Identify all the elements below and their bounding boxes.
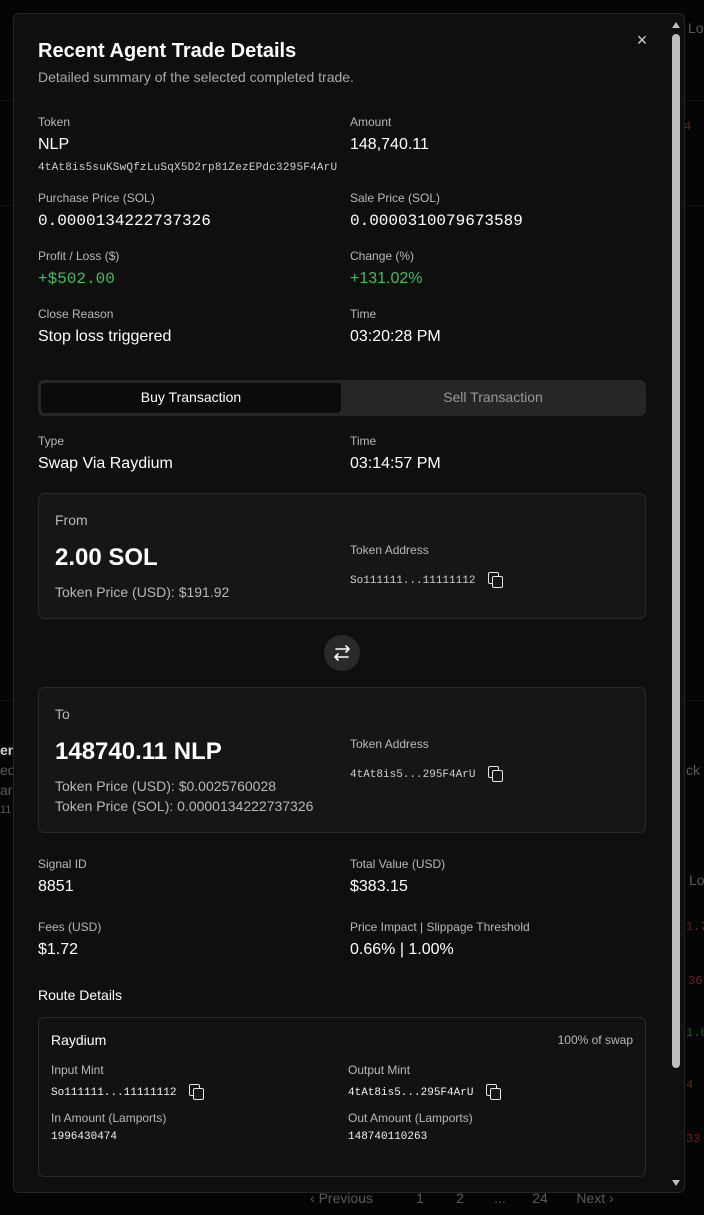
out-amount-value: 148740110263 [348,1131,428,1143]
profit-loss-field: Profit / Loss ($) +$502.00 [38,249,350,288]
scroll-thumb[interactable] [672,34,680,1068]
total-value-field: Total Value (USD) $383.15 [350,857,646,896]
bg-value: 33 [686,1132,701,1146]
transaction-type-value: Swap Via Raydium [38,455,173,472]
from-token-price: Token Price (USD): $191.92 [55,584,230,600]
close-reason-value: Stop loss triggered [38,328,172,345]
output-mint-value: 4tAt8is5...295F4ArU [348,1087,474,1099]
swap-arrows-icon[interactable] [324,635,360,671]
amount-value: 148,740.11 [350,136,429,153]
bg-value: 1.72 [686,920,704,934]
amount-field: Amount 148,740.11 [350,115,646,174]
bg-column-header: Loss [688,20,704,36]
change-value: +131.02% [350,270,423,287]
to-amount: 148740.11 NLP [55,738,222,765]
bg-value: 36 [688,974,703,988]
sale-price-value: 0.0000310079673589 [350,212,523,230]
from-address-label: Token Address [350,543,429,557]
token-field: Token NLP 4tAt8is5suKSwQfzLuSqX5D2rp81Ze… [38,115,350,174]
from-label: From [55,512,88,528]
in-amount-value: 1996430474 [51,1131,118,1143]
bg-value: 4 [686,1078,694,1092]
route-card: Raydium 100% of swap Input Mint So111111… [38,1017,646,1177]
transaction-tabs: Buy Transaction Sell Transaction [38,380,646,416]
output-mint-row: 4tAt8is5...295F4ArU [348,1082,501,1100]
to-token-address: 4tAt8is5...295F4ArU [350,769,476,781]
close-reason-field: Close Reason Stop loss triggered [38,307,350,346]
modal-title: Recent Agent Trade Details [38,40,297,62]
total-value-value: $383.15 [350,878,408,895]
sale-price-field: Sale Price (SOL) 0.0000310079673589 [350,191,646,230]
bg-column-header: Lo [689,872,704,888]
bg-fragment: 11 [0,804,12,816]
to-token-price-sol: Token Price (SOL): 0.0000134222737326 [55,798,314,814]
transaction-time-value: 03:14:57 PM [350,455,441,472]
route-share: 100% of swap [557,1033,633,1047]
purchase-price-field: Purchase Price (SOL) 0.0000134222737326 [38,191,350,230]
close-time-field: Time 03:20:28 PM [350,307,646,346]
to-address-row: 4tAt8is5...295F4ArU [350,764,503,782]
signal-id-value: 8851 [38,878,74,895]
in-amount-label: In Amount (Lamports) [51,1111,167,1125]
bg-value: 1.08 [686,1026,704,1040]
tab-buy-transaction[interactable]: Buy Transaction [41,383,341,413]
tab-sell-transaction[interactable]: Sell Transaction [343,383,643,413]
profit-loss-value: +$502.00 [38,270,115,288]
copy-icon[interactable] [485,1083,501,1100]
price-impact-value: 0.66% | 1.00% [350,941,454,958]
bg-fragment: ck [686,762,700,778]
price-impact-field: Price Impact | Slippage Threshold 0.66% … [350,920,646,959]
to-token-price-usd: Token Price (USD): $0.0025760028 [55,778,277,794]
out-amount-label: Out Amount (Lamports) [348,1111,473,1125]
modal-scrollbar[interactable] [670,16,682,1192]
scroll-up-arrow-icon[interactable] [672,22,680,28]
transaction-time-field: Time 03:14:57 PM [350,434,646,473]
fees-field: Fees (USD) $1.72 [38,920,350,959]
signal-id-field: Signal ID 8851 [38,857,350,896]
to-card: To 148740.11 NLP Token Price (USD): $0.0… [38,687,646,833]
bg-fragment: ar [0,782,13,798]
to-address-label: Token Address [350,737,429,751]
close-time-value: 03:20:28 PM [350,328,441,345]
transaction-type-field: Type Swap Via Raydium [38,434,350,473]
input-mint-value: So111111...11111112 [51,1087,177,1099]
copy-icon[interactable] [487,765,503,782]
to-label: To [55,706,70,722]
route-details-heading: Route Details [38,987,123,1003]
token-address: 4tAt8is5suKSwQfzLuSqX5D2rp81ZezEPdc3295F… [38,162,338,174]
from-amount: 2.00 SOL [55,544,158,571]
scroll-down-arrow-icon[interactable] [672,1180,680,1186]
from-address-row: So111111...11111112 [350,570,503,588]
purchase-price-value: 0.0000134222737326 [38,212,211,230]
modal-subtitle: Detailed summary of the selected complet… [38,69,354,85]
change-field: Change (%) +131.02% [350,249,646,288]
token-symbol: NLP [38,136,70,153]
trade-details-modal: × Recent Agent Trade Details Detailed su… [13,13,685,1193]
copy-icon[interactable] [487,571,503,588]
bg-value: 4 [684,120,692,134]
route-name: Raydium [51,1032,107,1048]
input-mint-row: So111111...11111112 [51,1082,204,1100]
from-card: From 2.00 SOL Token Price (USD): $191.92… [38,493,646,619]
input-mint-label: Input Mint [51,1063,104,1077]
output-mint-label: Output Mint [348,1063,411,1077]
copy-icon[interactable] [188,1083,204,1100]
fees-value: $1.72 [38,941,79,958]
from-token-address: So111111...11111112 [350,575,476,587]
